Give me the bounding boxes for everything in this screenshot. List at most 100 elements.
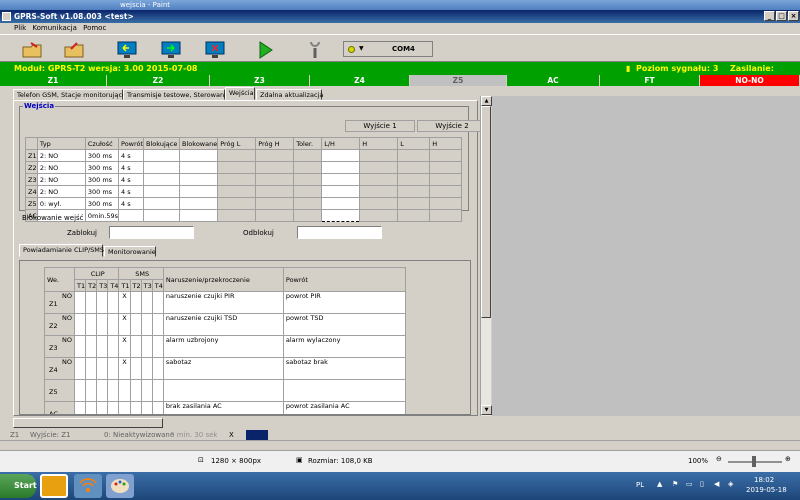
notify-check[interactable] [96, 379, 109, 402]
vertical-scrollbar[interactable]: ▲ ▼ [480, 96, 492, 416]
notify-check[interactable] [140, 291, 153, 314]
notify-check[interactable] [73, 379, 87, 402]
volume-icon[interactable]: ◀ [714, 480, 719, 488]
cell-czulosc[interactable]: 300 ms [84, 197, 120, 210]
notify-check[interactable] [129, 291, 142, 314]
notify-check[interactable] [129, 313, 142, 336]
notify-check[interactable] [140, 313, 153, 336]
shield-icon[interactable]: ◈ [728, 480, 733, 488]
cell-empty[interactable] [143, 185, 181, 198]
save-config-button[interactable] [58, 38, 92, 60]
cell-empty[interactable] [143, 161, 181, 174]
notify-violation[interactable] [162, 379, 284, 402]
cell-empty[interactable] [321, 149, 361, 162]
notify-violation[interactable]: sabotaz [162, 357, 284, 380]
hscroll-thumb[interactable] [13, 418, 163, 428]
notify-check[interactable] [129, 401, 142, 414]
start-button[interactable]: Start [0, 474, 37, 498]
notify-check[interactable] [151, 357, 164, 380]
notify-check[interactable]: X [118, 357, 131, 380]
cell-czulosc[interactable]: 300 ms [84, 173, 120, 186]
notify-restore[interactable] [282, 379, 406, 402]
paint-task-icon[interactable] [106, 474, 134, 498]
scroll-thumb[interactable] [481, 106, 491, 318]
close-icon[interactable]: × [788, 11, 799, 21]
notify-check[interactable] [85, 335, 98, 358]
notify-check[interactable] [96, 401, 109, 414]
open-config-button[interactable] [16, 38, 50, 60]
minimize-icon[interactable]: _ [764, 11, 775, 21]
tab-monitorowanie[interactable]: Monitorowanie [104, 246, 156, 257]
notify-restore[interactable]: powrot PIR [282, 291, 406, 314]
notify-check[interactable] [151, 335, 164, 358]
com-port-select[interactable]: ▼ COM4 [343, 41, 433, 57]
tab-gsm[interactable]: Telefon GSM, Stacje monitorujące [13, 89, 126, 100]
unlock-input[interactable] [297, 226, 382, 239]
zoom-out-icon[interactable]: ⊖ [716, 455, 722, 463]
notify-restore[interactable]: sabotaz brak [282, 357, 406, 380]
cell-typ[interactable]: 2: NO [36, 173, 86, 186]
cell-empty[interactable] [321, 197, 361, 210]
notify-check[interactable] [96, 313, 109, 336]
run-button[interactable] [248, 38, 282, 60]
notify-check[interactable] [107, 291, 120, 314]
clock-time[interactable]: 18:02 [754, 476, 774, 484]
notify-check[interactable] [140, 335, 153, 358]
language-indicator[interactable]: PL [636, 481, 644, 489]
notify-check[interactable] [73, 401, 87, 414]
cell-empty[interactable] [179, 173, 219, 186]
horizontal-scrollbar[interactable] [13, 416, 479, 428]
notify-restore[interactable]: alarm wylaczony [282, 335, 406, 358]
notify-check[interactable] [140, 379, 153, 402]
notify-check[interactable] [151, 379, 164, 402]
cell-empty[interactable] [143, 197, 181, 210]
notify-check[interactable] [96, 335, 109, 358]
notify-check[interactable] [85, 313, 98, 336]
notify-check[interactable]: X [118, 291, 131, 314]
tab-clip-sms[interactable]: Powiadamianie CLIP/SMS [19, 244, 104, 257]
cell-empty[interactable] [179, 161, 219, 174]
lock-input[interactable] [109, 226, 194, 239]
gprs-soft-task-icon[interactable] [40, 474, 68, 498]
notify-check[interactable] [85, 357, 98, 380]
cell-powrot[interactable]: 4 s [117, 173, 145, 186]
notify-check[interactable] [107, 335, 120, 358]
menu-plik[interactable]: Plik [14, 24, 26, 32]
tab-wejscia[interactable]: Wejścia [225, 87, 255, 100]
cell-empty[interactable] [179, 185, 219, 198]
notify-check[interactable] [107, 313, 120, 336]
notify-check[interactable] [140, 357, 153, 380]
cell-typ[interactable]: 0: wył. [36, 197, 86, 210]
settings-button[interactable] [298, 38, 332, 60]
notify-check[interactable] [118, 379, 131, 402]
notify-check[interactable] [129, 357, 142, 380]
cell-powrot[interactable]: 4 s [117, 161, 145, 174]
scroll-up-icon[interactable]: ▲ [481, 96, 492, 106]
notify-violation[interactable]: alarm uzbrojony [162, 335, 284, 358]
notify-check[interactable] [96, 291, 109, 314]
notify-check[interactable] [73, 291, 87, 314]
cell-powrot[interactable]: 4 s [117, 197, 145, 210]
notify-check[interactable] [151, 313, 164, 336]
cell-empty[interactable] [143, 173, 181, 186]
notify-check[interactable] [107, 401, 120, 414]
maximize-icon[interactable]: □ [776, 11, 787, 21]
notify-check[interactable] [73, 357, 87, 380]
cell-typ[interactable]: 2: NO [36, 149, 86, 162]
menu-pomoc[interactable]: Pomoc [83, 24, 106, 32]
tab-aktualizacja[interactable]: Zdalna aktualizacja [256, 89, 323, 100]
cell-powrot[interactable]: 4 s [117, 149, 145, 162]
notify-check[interactable] [96, 357, 109, 380]
cell-typ[interactable]: 2: NO [36, 161, 86, 174]
cell-powrot[interactable]: 4 s [117, 185, 145, 198]
notify-check[interactable] [129, 335, 142, 358]
cell-typ[interactable]: 2: NO [36, 185, 86, 198]
notify-check[interactable] [85, 401, 98, 414]
paint-hscroll[interactable] [0, 440, 800, 450]
flag-icon[interactable]: ⚑ [672, 480, 678, 488]
notify-check[interactable] [85, 379, 98, 402]
cell-empty[interactable] [321, 173, 361, 186]
clock-date[interactable]: 2019-05-18 [746, 486, 787, 494]
scroll-down-icon[interactable]: ▼ [481, 405, 492, 415]
zoom-in-icon[interactable]: ⊕ [785, 455, 791, 463]
